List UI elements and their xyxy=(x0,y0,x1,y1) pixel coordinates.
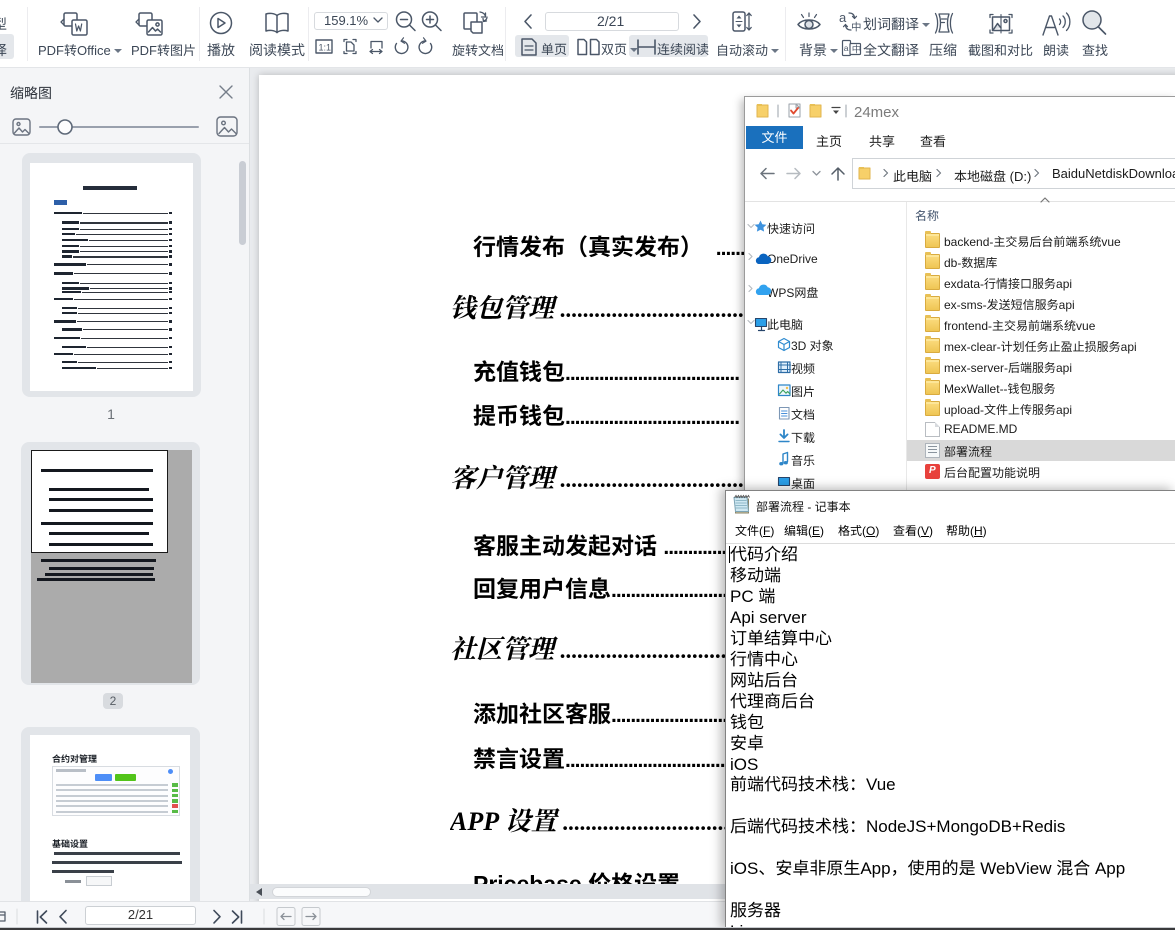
svg-text:a: a xyxy=(839,10,847,25)
svg-text:中: 中 xyxy=(851,20,862,35)
svg-text:中: 中 xyxy=(852,42,862,56)
svg-text:1:1: 1:1 xyxy=(319,43,332,53)
svg-text:a: a xyxy=(844,43,849,53)
